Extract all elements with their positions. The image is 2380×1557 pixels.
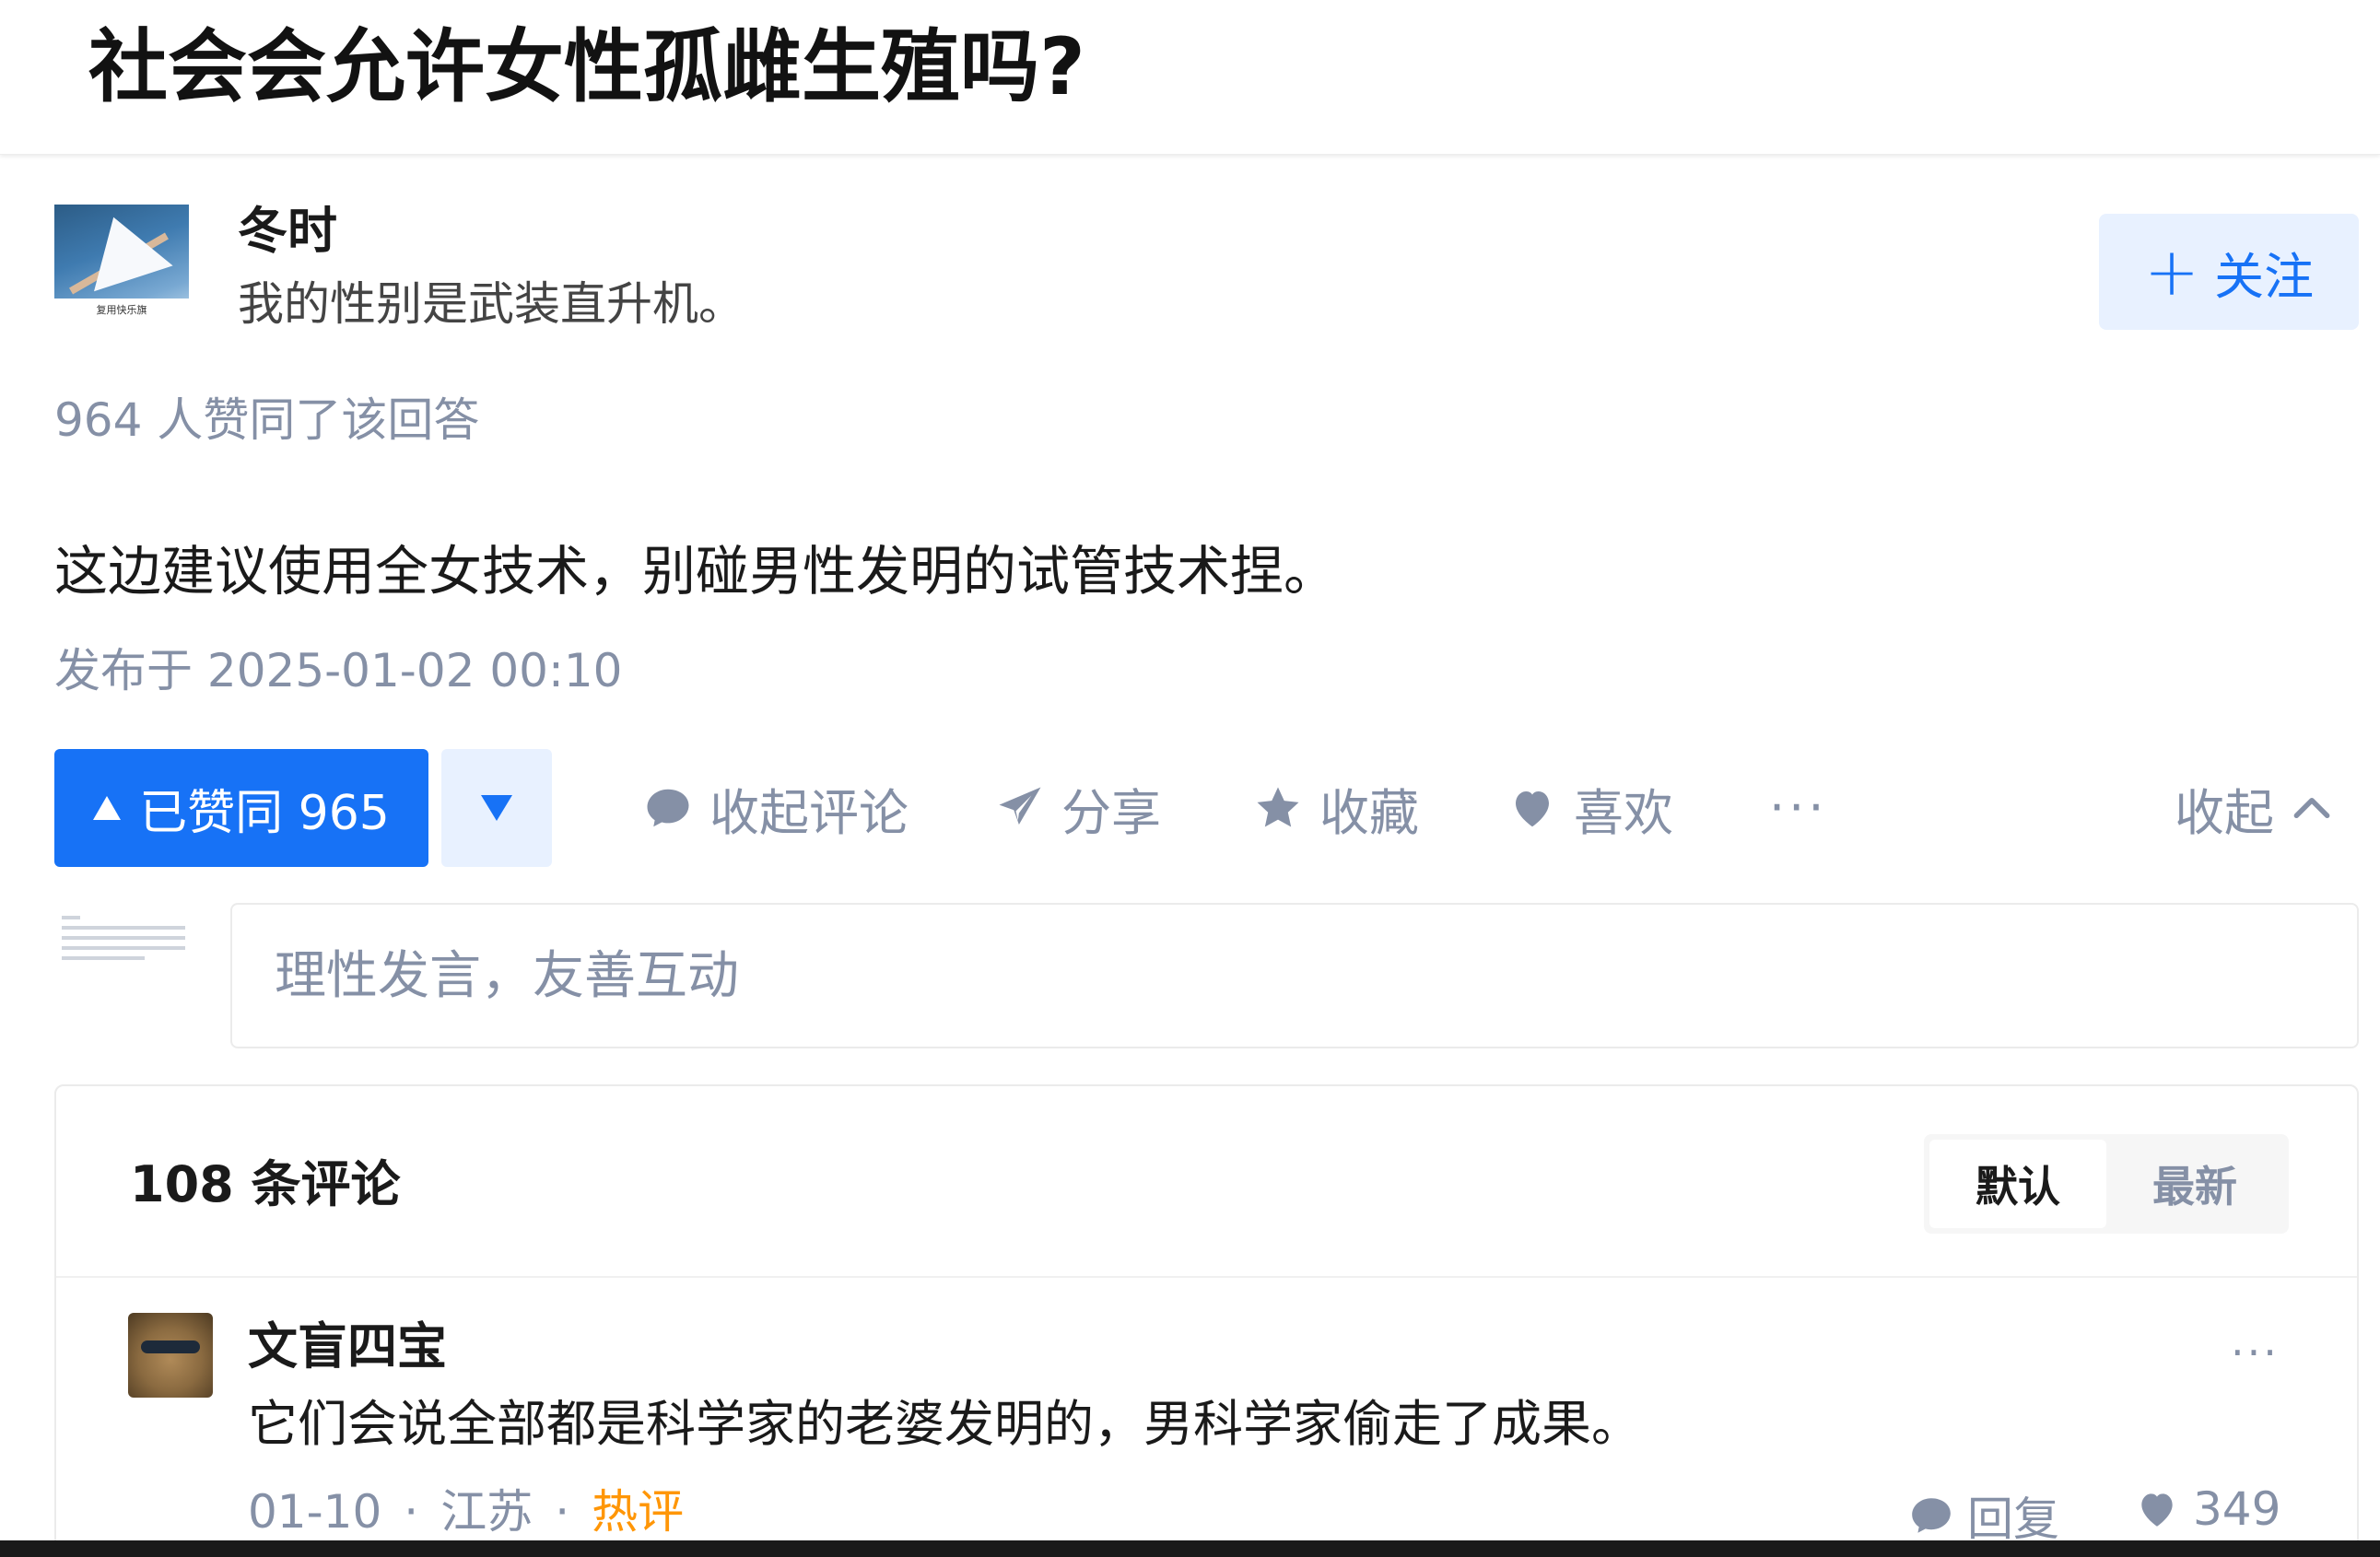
sunglasses-dog-image bbox=[141, 1340, 200, 1353]
downvote-triangle-icon bbox=[481, 795, 512, 821]
collapse-label: 收起 bbox=[2175, 783, 2274, 842]
divider bbox=[56, 1276, 2357, 1278]
star-icon bbox=[1257, 787, 1299, 827]
downvote-button[interactable] bbox=[441, 749, 552, 867]
upvote-label: 已赞同 965 bbox=[139, 785, 390, 841]
comment-more-button[interactable]: ··· bbox=[2231, 1328, 2280, 1377]
avatar-caption: 复用快乐旗 bbox=[54, 299, 189, 322]
white-flag-image bbox=[74, 205, 173, 292]
sort-tab-latest[interactable]: 最新 bbox=[2106, 1140, 2283, 1228]
comment-date: 01-10 bbox=[248, 1485, 382, 1539]
chevron-up-icon bbox=[2293, 797, 2330, 819]
favorite-label: 收藏 bbox=[1319, 783, 1419, 842]
share-label: 分享 bbox=[1061, 783, 1161, 842]
commenter-avatar[interactable] bbox=[128, 1313, 213, 1398]
paper-plane-icon bbox=[999, 787, 1041, 825]
publish-time[interactable]: 发布于 2025-01-02 00:10 bbox=[54, 641, 622, 700]
more-actions-button[interactable]: ··· bbox=[1769, 783, 1828, 833]
favorite-button[interactable]: 收藏 bbox=[1253, 769, 1419, 847]
answer-page: 社会会允许女性孤雌生殖吗? 复用快乐旗 冬时 我的性别是武装直升机。 + 关注 … bbox=[0, 0, 2380, 1557]
question-header: 社会会允许女性孤雌生殖吗? bbox=[0, 0, 2380, 155]
collapse-answer-button[interactable]: 收起 bbox=[2175, 769, 2335, 847]
meta-separator: · bbox=[404, 1485, 419, 1539]
author-avatar[interactable]: 复用快乐旗 bbox=[54, 205, 189, 322]
comment-input[interactable] bbox=[230, 903, 2359, 1048]
collapse-comments-label: 收起评论 bbox=[709, 783, 909, 842]
comment-reply-button[interactable]: 回复 bbox=[1908, 1482, 2059, 1549]
reply-label: 回复 bbox=[1967, 1493, 2059, 1546]
plus-icon: + bbox=[2143, 233, 2200, 310]
author-name[interactable]: 冬时 bbox=[238, 199, 337, 263]
author-bio: 我的性别是武装直升机。 bbox=[238, 277, 744, 331]
current-user-avatar bbox=[54, 903, 193, 1017]
like-button[interactable]: 喜欢 bbox=[1507, 769, 1673, 847]
comment-location: 江苏 bbox=[440, 1485, 533, 1539]
bottom-bar bbox=[0, 1540, 2380, 1557]
like-count: 349 bbox=[2193, 1482, 2281, 1536]
question-title[interactable]: 社会会允许女性孤雌生殖吗? bbox=[88, 17, 1085, 118]
comment-panel: 108 条评论 默认 最新 文盲四宝 ··· 它们会说全部都是科学家的老婆发明的… bbox=[54, 1084, 2359, 1557]
like-label: 喜欢 bbox=[1574, 783, 1673, 842]
upvote-button[interactable]: 已赞同 965 bbox=[54, 749, 428, 867]
heart-icon bbox=[1516, 791, 1549, 827]
heart-icon bbox=[2141, 1493, 2173, 1527]
comment-like-button[interactable]: 349 bbox=[2134, 1482, 2280, 1536]
commenter-name[interactable]: 文盲四宝 bbox=[248, 1315, 447, 1379]
upvote-triangle-icon bbox=[93, 796, 122, 820]
follow-label: 关注 bbox=[2214, 247, 2315, 306]
hot-comment-badge: 热评 bbox=[592, 1485, 685, 1539]
share-button[interactable]: 分享 bbox=[995, 769, 1161, 847]
answer-content: 这边建议使用全女技术，别碰男性发明的试管技术捏。 bbox=[54, 540, 1338, 603]
collapse-comments-button[interactable]: 收起评论 bbox=[643, 769, 909, 847]
comment-bubble-icon bbox=[647, 789, 689, 827]
comment-count: 108 条评论 bbox=[130, 1155, 401, 1213]
comment-sort-toggle: 默认 最新 bbox=[1924, 1134, 2289, 1234]
comment-bubble-icon bbox=[1912, 1498, 1951, 1533]
comment-text: 它们会说全部都是科学家的老婆发明的，男科学家偷走了成果。 bbox=[248, 1395, 1641, 1453]
comment-meta: 01-10 · 江苏 · 热评 bbox=[248, 1482, 684, 1541]
sort-tab-default[interactable]: 默认 bbox=[1929, 1140, 2106, 1228]
follow-button[interactable]: + 关注 bbox=[2099, 214, 2359, 330]
vote-summary: 964 人赞同了该回答 bbox=[54, 393, 480, 447]
meta-separator: · bbox=[555, 1485, 570, 1539]
